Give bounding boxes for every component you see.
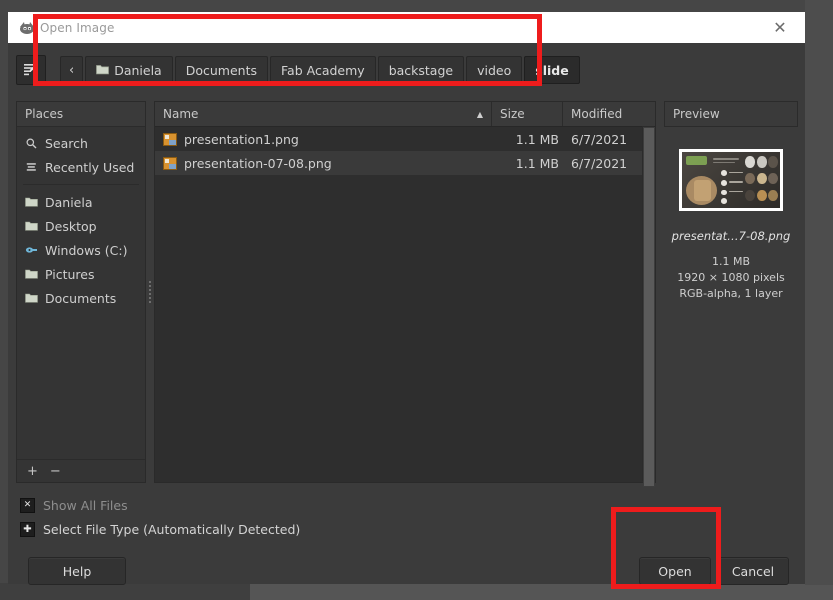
- file-list-scrollbar[interactable]: [642, 126, 655, 487]
- places-list: Search Recently Used Daniela Desktop Win…: [17, 127, 145, 459]
- sort-ascending-icon: ▲: [476, 109, 483, 119]
- preview-header: Preview: [664, 101, 798, 127]
- file-name-cell: presentation-07-08.png: [155, 156, 497, 171]
- breadcrumb-item-documents[interactable]: Documents: [174, 56, 268, 84]
- help-button[interactable]: Help: [28, 557, 126, 585]
- table-row[interactable]: presentation-07-08.png 1.1 MB 6/7/2021: [155, 151, 655, 175]
- pane-resize-handle[interactable]: [146, 101, 154, 483]
- sidebar-item-label: Recently Used: [45, 159, 135, 175]
- preview-filename: presentat…7-08.png: [671, 229, 791, 243]
- file-list: Name ▲ Size Modified presentation1.png 1…: [154, 101, 656, 487]
- breadcrumb-back-button[interactable]: ‹: [60, 56, 84, 84]
- preview-color-info: RGB-alpha, 1 layer: [679, 286, 783, 300]
- folder-icon: [25, 221, 38, 231]
- drive-icon: [25, 245, 38, 255]
- breadcrumb: ‹ Daniela Documents Fab Academy backstag…: [60, 56, 582, 84]
- column-header-name[interactable]: Name ▲: [155, 102, 492, 126]
- checkbox-icon[interactable]: ✕: [20, 498, 35, 513]
- app-background-right: [805, 0, 833, 585]
- breadcrumb-item-daniela[interactable]: Daniela: [85, 56, 173, 84]
- expander-icon[interactable]: ✚: [20, 522, 35, 537]
- file-name-label: presentation-07-08.png: [184, 155, 332, 171]
- sidebar-item-label: Documents: [45, 290, 117, 306]
- sidebar-item-label: Desktop: [45, 218, 97, 234]
- folder-icon: [25, 293, 38, 303]
- sidebar-item-documents[interactable]: Documents: [17, 286, 145, 310]
- breadcrumb-item-slide[interactable]: slide: [524, 56, 580, 84]
- table-row[interactable]: presentation1.png 1.1 MB 6/7/2021: [155, 127, 655, 151]
- breadcrumb-item-backstage[interactable]: backstage: [377, 56, 465, 84]
- places-sidebar: Places Search Recently Used Daniela Desk…: [16, 101, 146, 483]
- cancel-button[interactable]: Cancel: [717, 557, 789, 585]
- sidebar-item-label: Search: [45, 135, 88, 151]
- breadcrumb-label: Documents: [185, 62, 257, 78]
- image-file-icon: [163, 132, 177, 146]
- show-all-files-option[interactable]: ✕ Show All Files: [20, 498, 128, 513]
- gimp-wilber-icon: [14, 21, 40, 35]
- type-filename-icon[interactable]: [16, 55, 46, 85]
- sidebar-item-daniela[interactable]: Daniela: [17, 190, 145, 214]
- column-header-size[interactable]: Size: [492, 102, 563, 126]
- preview-dimensions: 1920 × 1080 pixels: [677, 270, 785, 284]
- folder-icon: [25, 197, 38, 207]
- sidebar-item-label: Pictures: [45, 266, 95, 282]
- breadcrumb-item-fab-academy[interactable]: Fab Academy: [270, 56, 376, 84]
- sidebar-item-search[interactable]: Search: [17, 131, 145, 155]
- select-file-type-option[interactable]: ✚ Select File Type (Automatically Detect…: [20, 522, 300, 537]
- folder-icon: [96, 63, 110, 78]
- sidebar-item-desktop[interactable]: Desktop: [17, 214, 145, 238]
- breadcrumb-label: Daniela: [114, 62, 162, 78]
- file-name-label: presentation1.png: [184, 131, 299, 147]
- places-footer: + −: [17, 459, 145, 482]
- image-file-icon: [163, 156, 177, 170]
- thumbnail-image: [682, 152, 780, 208]
- show-all-files-label: Show All Files: [43, 498, 128, 513]
- column-label: Name: [163, 107, 199, 121]
- file-list-header: Name ▲ Size Modified: [155, 102, 655, 127]
- scrollbar-thumb[interactable]: [643, 127, 655, 487]
- file-name-cell: presentation1.png: [155, 132, 497, 147]
- preview-thumbnail: [679, 149, 783, 211]
- sidebar-item-pictures[interactable]: Pictures: [17, 262, 145, 286]
- preview-size: 1.1 MB: [711, 255, 751, 268]
- browser-panes: Places Search Recently Used Daniela Desk…: [16, 101, 798, 487]
- file-size-cell: 1.1 MB: [515, 155, 559, 171]
- remove-bookmark-button[interactable]: −: [50, 465, 61, 478]
- column-label: Size: [500, 107, 525, 121]
- breadcrumb-label: video: [477, 62, 512, 78]
- open-image-dialog: Open Image ✕ ‹ Daniela Documents Fab Aca…: [8, 12, 805, 585]
- sidebar-divider: [23, 184, 139, 185]
- column-label: Modified: [571, 107, 623, 121]
- places-header: Places: [17, 102, 145, 127]
- screen: Open Image ✕ ‹ Daniela Documents Fab Aca…: [0, 0, 833, 600]
- breadcrumb-label: Fab Academy: [281, 62, 365, 78]
- file-size-cell: 1.1 MB: [515, 131, 559, 147]
- sidebar-item-label: Daniela: [45, 194, 93, 210]
- preview-pane: Preview presentat…7-08.png 1.1 MB 1920 ×…: [664, 101, 798, 483]
- file-list-rows: presentation1.png 1.1 MB 6/7/2021 presen…: [155, 127, 655, 482]
- open-button[interactable]: Open: [639, 557, 711, 585]
- breadcrumb-item-video[interactable]: video: [466, 56, 523, 84]
- column-header-modified[interactable]: Modified: [563, 102, 655, 126]
- app-background-wedge: [0, 583, 250, 600]
- dialog-body: ‹ Daniela Documents Fab Academy backstag…: [8, 43, 805, 585]
- dialog-title: Open Image: [40, 20, 115, 35]
- select-file-type-label: Select File Type (Automatically Detected…: [43, 522, 301, 537]
- path-bar: ‹ Daniela Documents Fab Academy backstag…: [16, 55, 582, 85]
- close-icon[interactable]: ✕: [769, 17, 791, 39]
- sidebar-item-windows-c[interactable]: Windows (C:): [17, 238, 145, 262]
- dialog-titlebar: Open Image ✕: [8, 12, 805, 43]
- sidebar-item-label: Windows (C:): [45, 242, 128, 258]
- search-icon: [25, 138, 38, 149]
- folder-icon: [25, 269, 38, 279]
- breadcrumb-label: backstage: [388, 62, 454, 78]
- breadcrumb-label: slide: [535, 62, 569, 78]
- recent-icon: [25, 162, 38, 173]
- preview-metadata: 1.1 MB 1920 × 1080 pixels RGB-alpha, 1 l…: [677, 254, 784, 302]
- sidebar-item-recently-used[interactable]: Recently Used: [17, 155, 145, 179]
- preview-body: presentat…7-08.png 1.1 MB 1920 × 1080 pi…: [664, 127, 798, 483]
- add-bookmark-button[interactable]: +: [27, 465, 38, 478]
